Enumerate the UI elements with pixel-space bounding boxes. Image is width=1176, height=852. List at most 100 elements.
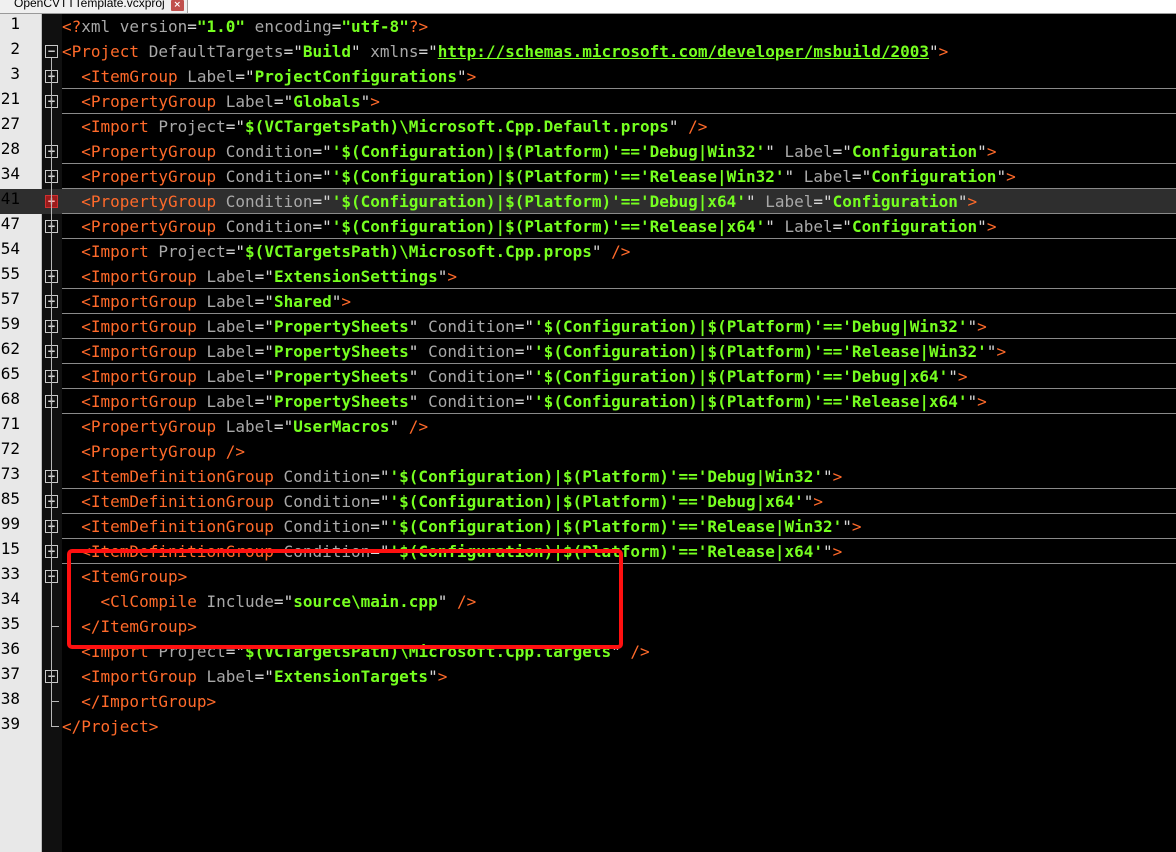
- code-text[interactable]: </ImportGroup>: [62, 689, 216, 714]
- xml-tag: <ItemDefinitionGroup: [81, 492, 274, 511]
- code-text[interactable]: <ItemDefinitionGroup Condition="'$(Confi…: [62, 489, 823, 514]
- code-line[interactable]: 57 <ImportGroup Label="Shared">+: [0, 289, 1176, 314]
- code-line[interactable]: 34 <ClCompile Include="source\main.cpp" …: [0, 589, 1176, 614]
- code-line[interactable]: 62 <ImportGroup Label="PropertySheets" C…: [0, 339, 1176, 364]
- xml-punct: [62, 592, 101, 611]
- code-line[interactable]: 85 <ItemDefinitionGroup Condition="'$(Co…: [0, 489, 1176, 514]
- line-number: 1: [10, 14, 20, 33]
- xml-attribute: Label: [216, 417, 274, 436]
- code-text[interactable]: <ImportGroup Label="PropertySheets" Cond…: [62, 389, 987, 414]
- code-line[interactable]: 34 <PropertyGroup Condition="'$(Configur…: [0, 164, 1176, 189]
- code-line[interactable]: 72 <PropertyGroup />: [0, 439, 1176, 464]
- xml-quote: ": [408, 342, 419, 361]
- code-text[interactable]: <ItemDefinitionGroup Condition="'$(Confi…: [62, 539, 842, 564]
- xml-attribute: Condition: [216, 192, 313, 211]
- code-text[interactable]: <Import Project="$(VCTargetsPath)\Micros…: [62, 239, 630, 264]
- code-text[interactable]: <ImportGroup Label="ExtensionTargets">: [62, 664, 447, 689]
- code-text[interactable]: <ItemGroup Label="ProjectConfigurations"…: [62, 64, 476, 89]
- xml-punct: =: [225, 117, 236, 136]
- code-line[interactable]: 37 <ImportGroup Label="ExtensionTargets"…: [0, 664, 1176, 689]
- code-line[interactable]: 99 <ItemDefinitionGroup Condition="'$(Co…: [0, 514, 1176, 539]
- code-line[interactable]: 35 </ItemGroup>: [0, 614, 1176, 639]
- fold-end-marker: [51, 726, 59, 727]
- xml-punct: [62, 167, 81, 186]
- code-text[interactable]: <PropertyGroup Condition="'$(Configurati…: [62, 164, 1015, 189]
- line-number: 85: [0, 489, 20, 508]
- xml-string: PropertySheets: [273, 342, 409, 361]
- code-text[interactable]: <ItemDefinitionGroup Condition="'$(Confi…: [62, 464, 842, 489]
- code-line[interactable]: 28 <PropertyGroup Condition="'$(Configur…: [0, 139, 1176, 164]
- code-line[interactable]: 39 </Project>: [0, 714, 1176, 739]
- code-line[interactable]: 54 <Import Project="$(VCTargetsPath)\Mic…: [0, 239, 1176, 264]
- xml-quote: ": [351, 42, 361, 61]
- code-text[interactable]: <PropertyGroup Condition="'$(Configurati…: [62, 189, 977, 214]
- xml-quote: ": [264, 392, 274, 411]
- code-line[interactable]: 71 <PropertyGroup Label="UserMacros" />: [0, 414, 1176, 439]
- xml-punct: [62, 242, 81, 261]
- code-text[interactable]: <?xml version="1.0" encoding="utf-8"?>: [62, 14, 428, 39]
- xml-quote: ": [379, 492, 390, 511]
- code-text[interactable]: <ImportGroup Label="ExtensionSettings">: [62, 264, 457, 289]
- code-text[interactable]: </ItemGroup>: [62, 614, 197, 639]
- xml-tag: >: [986, 142, 997, 161]
- xml-attribute: Condition: [273, 492, 371, 511]
- xml-punct: =: [187, 17, 197, 36]
- code-line[interactable]: 21 <PropertyGroup Label="Globals">+: [0, 89, 1176, 114]
- xml-string: '$(Configuration)|$(Platform)'=='Release…: [534, 392, 968, 411]
- xml-tag: <Import: [81, 117, 149, 136]
- code-line[interactable]: 38 </ImportGroup>: [0, 689, 1176, 714]
- code-line[interactable]: 15 <ItemDefinitionGroup Condition="'$(Co…: [0, 539, 1176, 564]
- code-text[interactable]: <Import Project="$(VCTargetsPath)\Micros…: [62, 114, 707, 139]
- code-line[interactable]: 2 <Project DefaultTargets="Build" xmlns="…: [0, 39, 1176, 64]
- code-line[interactable]: 59 <ImportGroup Label="PropertySheets" C…: [0, 314, 1176, 339]
- code-text[interactable]: <PropertyGroup Condition="'$(Configurati…: [62, 139, 996, 164]
- code-text[interactable]: <ImportGroup Label="PropertySheets" Cond…: [62, 364, 967, 389]
- code-line[interactable]: 27 <Import Project="$(VCTargetsPath)\Mic…: [0, 114, 1176, 139]
- xml-punct: =: [514, 342, 525, 361]
- code-line[interactable]: 73 <ItemDefinitionGroup Condition="'$(Co…: [0, 464, 1176, 489]
- collapse-fold-icon[interactable]: −: [45, 45, 58, 58]
- code-text[interactable]: <ImportGroup Label="PropertySheets" Cond…: [62, 314, 987, 339]
- xml-string: source\main.cpp: [293, 592, 438, 611]
- code-line[interactable]: 36 <Import Project="$(VCTargetsPath)\Mic…: [0, 639, 1176, 664]
- code-text[interactable]: <ItemGroup>: [62, 564, 187, 589]
- code-text[interactable]: <PropertyGroup Label="UserMacros" />: [62, 414, 428, 439]
- xml-attribute: Condition: [418, 342, 515, 361]
- code-text[interactable]: <PropertyGroup Condition="'$(Configurati…: [62, 214, 996, 239]
- xml-tag: <ItemDefinitionGroup: [81, 467, 274, 486]
- code-text[interactable]: <ClCompile Include="source\main.cpp" />: [62, 589, 477, 614]
- code-text[interactable]: </Project>: [62, 714, 158, 739]
- code-line[interactable]: 68 <ImportGroup Label="PropertySheets" C…: [0, 389, 1176, 414]
- xml-tag: <Import: [81, 242, 149, 261]
- code-text[interactable]: <PropertyGroup Label="Globals">: [62, 89, 380, 114]
- code-text[interactable]: <PropertyGroup />: [62, 439, 245, 464]
- xml-string: Build: [302, 42, 352, 61]
- xml-quote: ": [264, 667, 274, 686]
- xml-quote: ": [668, 117, 679, 136]
- code-line[interactable]: 33 <ItemGroup>−: [0, 564, 1176, 589]
- code-line[interactable]: 1 <?xml version="1.0" encoding="utf-8"?>: [0, 14, 1176, 39]
- close-tab-icon[interactable]: ×: [170, 0, 184, 11]
- code-text[interactable]: <ImportGroup Label="PropertySheets" Cond…: [62, 339, 1006, 364]
- xml-quote: ": [283, 92, 294, 111]
- code-line[interactable]: 41 <PropertyGroup Condition="'$(Configur…: [0, 189, 1176, 214]
- code-text[interactable]: <ItemDefinitionGroup Condition="'$(Confi…: [62, 514, 861, 539]
- line-number: 62: [0, 339, 20, 358]
- code-text[interactable]: <Import Project="$(VCTargetsPath)\Micros…: [62, 639, 649, 664]
- xml-punct: [62, 217, 81, 236]
- xml-url[interactable]: http://schemas.microsoft.com/developer/m…: [438, 42, 929, 61]
- code-line[interactable]: 55 <ImportGroup Label="ExtensionSettings…: [0, 264, 1176, 289]
- xml-string: ExtensionTargets: [273, 667, 429, 686]
- code-text[interactable]: <ImportGroup Label="Shared">: [62, 289, 351, 314]
- code-text[interactable]: <Project DefaultTargets="Build" xmlns="h…: [62, 39, 948, 64]
- xml-attribute: Project: [148, 117, 226, 136]
- xml-punct: [62, 467, 81, 486]
- xml-punct: [62, 392, 81, 411]
- file-tab[interactable]: OpenCVTTTemplate.vcxproj ×: [0, 0, 188, 14]
- line-number: 55: [0, 264, 20, 283]
- code-line[interactable]: 3 <ItemGroup Label="ProjectConfiguration…: [0, 64, 1176, 89]
- xml-punct: [62, 617, 81, 636]
- code-line[interactable]: 65 <ImportGroup Label="PropertySheets" C…: [0, 364, 1176, 389]
- code-line[interactable]: 47 <PropertyGroup Condition="'$(Configur…: [0, 214, 1176, 239]
- xml-tag: >: [447, 267, 457, 286]
